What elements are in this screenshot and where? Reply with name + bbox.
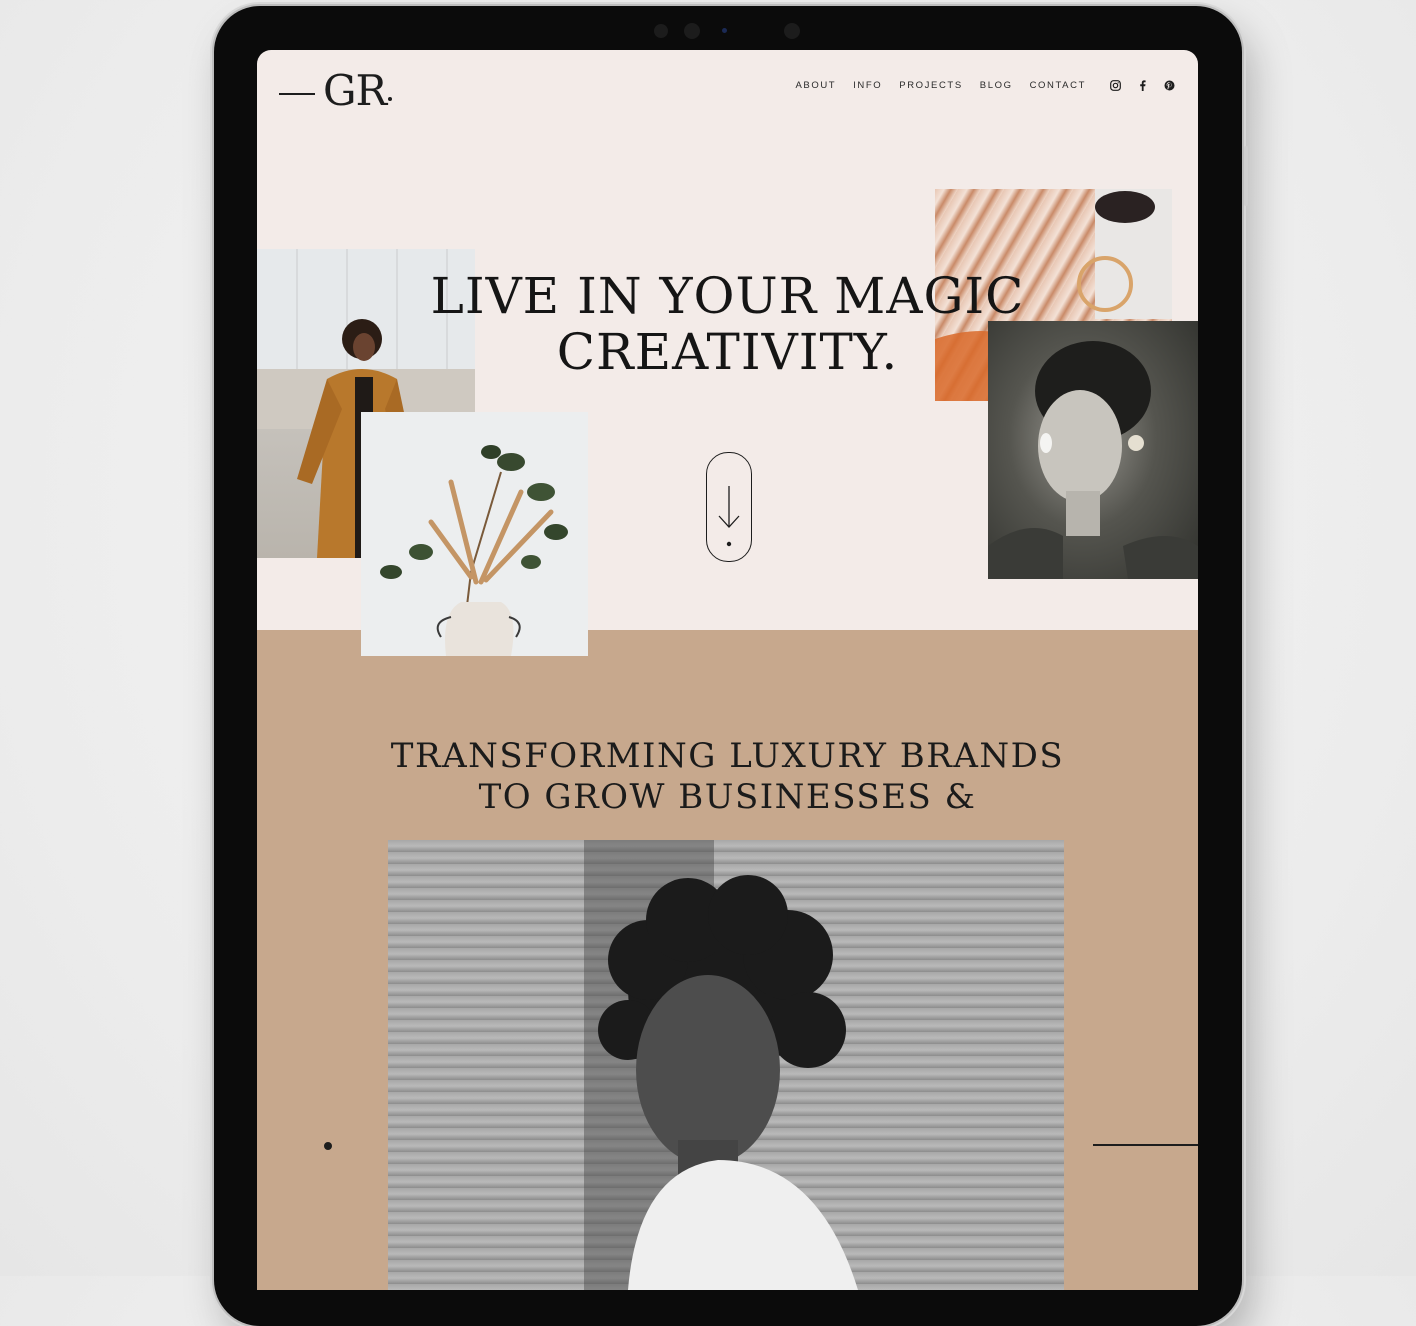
decorative-line (1093, 1144, 1198, 1146)
hero-line-2: CREATIVITY. (556, 323, 899, 381)
site-logo[interactable]: GR (279, 60, 393, 120)
camera-sensor (722, 28, 727, 33)
logo-dot (388, 97, 393, 101)
hero-headline: LIVE IN YOUR MAGIC CREATIVITY. (257, 268, 1198, 380)
instagram-icon[interactable] (1109, 79, 1122, 92)
section-line-2: TO GROW BUSINESSES & (478, 777, 977, 817)
scroll-down-button[interactable] (706, 452, 752, 562)
section-heading: TRANSFORMING LUXURY BRANDS TO GROW BUSIN… (257, 736, 1198, 818)
facebook-icon[interactable] (1136, 79, 1149, 92)
social-links (1109, 79, 1176, 92)
pinterest-icon[interactable] (1163, 79, 1176, 92)
section-line-1: TRANSFORMING LUXURY BRANDS (390, 736, 1065, 776)
nav-contact[interactable]: CONTACT (1030, 80, 1086, 91)
nav-info[interactable]: INFO (853, 80, 882, 91)
hero-line-1: LIVE IN YOUR MAGIC (430, 267, 1025, 325)
nav-about[interactable]: ABOUT (795, 80, 836, 91)
nav-blog[interactable]: BLOG (980, 80, 1013, 91)
featured-portrait-photo (388, 840, 1064, 1290)
camera-lens (654, 24, 668, 38)
nav-projects[interactable]: PROJECTS (899, 80, 962, 91)
slider-dot[interactable] (324, 1142, 332, 1150)
logo-dash (279, 93, 315, 95)
logo-mark: GR (323, 65, 387, 115)
side-button (1244, 146, 1248, 206)
main-nav: ABOUT INFO PROJECTS BLOG CONTACT (795, 80, 1086, 91)
website-screen: GR ABOUT INFO PROJECTS BLOG CONTACT LIVE… (257, 50, 1198, 1290)
camera-lens (684, 23, 700, 39)
arrow-down-icon (718, 486, 740, 547)
dried-plant-vase-photo-overlap (361, 412, 588, 656)
camera-lens (784, 23, 800, 39)
